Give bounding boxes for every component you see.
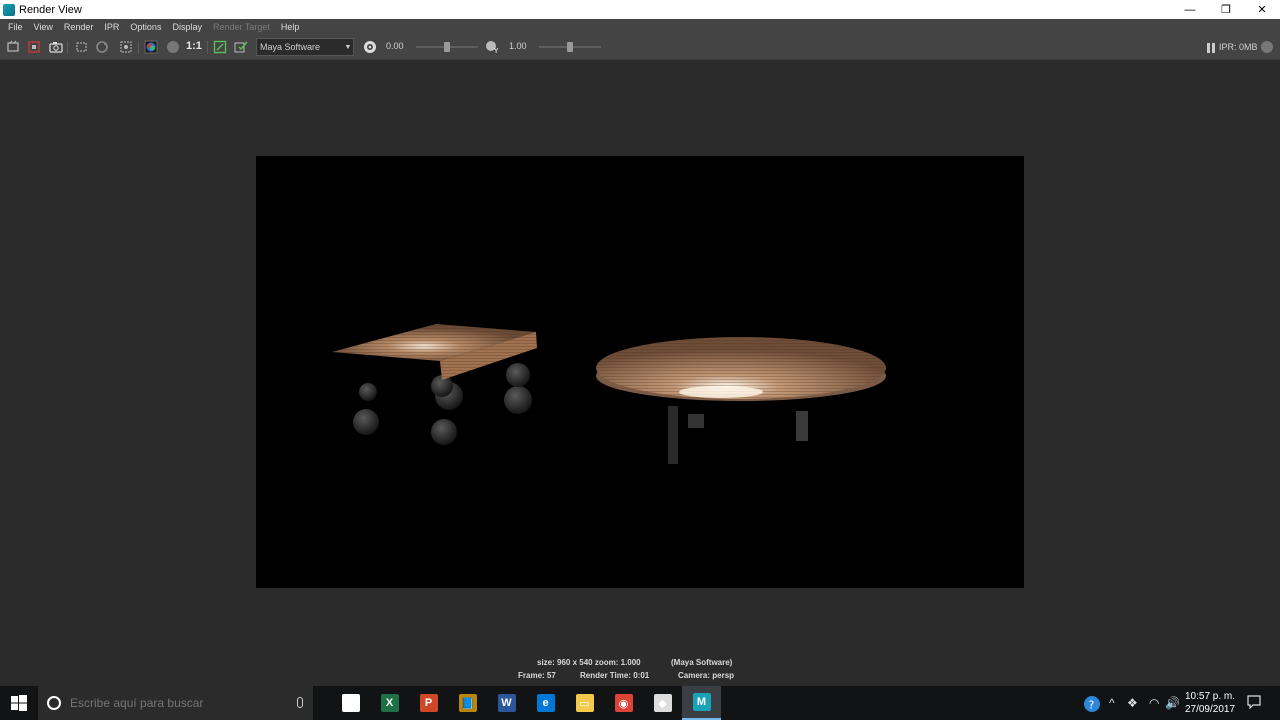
pause-icon[interactable] [1204, 41, 1218, 55]
rgb-channel-icon[interactable] [144, 40, 158, 54]
unity-app-icon: ◆ [653, 694, 672, 712]
clock-date: 27/09/2017 [1184, 704, 1236, 715]
menu-render-target: Render Target [212, 22, 270, 32]
menu-view[interactable]: View [34, 22, 53, 32]
exposure-slider-thumb[interactable] [444, 42, 450, 52]
cortana-icon [47, 696, 61, 710]
alpha-channel-icon[interactable] [166, 40, 180, 54]
status-camera: Camera: persp [678, 671, 735, 680]
unity-app[interactable]: ◆ [643, 686, 682, 720]
taskbar-search[interactable] [38, 686, 313, 720]
render-region-icon[interactable] [27, 40, 41, 54]
real-size-button[interactable]: 1:1 [186, 40, 202, 52]
rectangular-table [332, 324, 537, 445]
chevron-down-icon: ▼ [344, 43, 352, 51]
rendered-image [256, 156, 1024, 588]
svg-text:Y: Y [493, 47, 499, 54]
menu-help[interactable]: Help [281, 22, 300, 32]
ipr-memory-status: IPR: 0MB [1219, 42, 1258, 52]
status-size-zoom: size: 960 x 540 zoom: 1.000 [537, 658, 641, 667]
gamma-icon[interactable]: Y [485, 40, 499, 54]
svg-text:?: ? [1089, 699, 1095, 712]
rendered-scene [332, 324, 886, 464]
minimize-button[interactable]: — [1172, 0, 1208, 19]
gamma-slider-thumb[interactable] [567, 42, 573, 52]
menu-bar: File View Render IPR Options Display Ren… [0, 19, 1280, 35]
powerpoint-app[interactable]: P [409, 686, 448, 720]
clock[interactable]: 10:57 p. m. 27/09/2017 [1181, 690, 1239, 716]
word-app-icon: W [497, 694, 516, 712]
gamma-field[interactable]: 1.00 [509, 41, 527, 51]
restore-button[interactable]: ❐ [1208, 0, 1244, 19]
explorer-app[interactable]: ▭ [565, 686, 604, 720]
notifications-icon[interactable] [1247, 695, 1261, 712]
close-button[interactable]: ✕ [1244, 0, 1280, 19]
menu-display[interactable]: Display [172, 22, 202, 32]
redo-render-icon[interactable] [6, 40, 20, 54]
edge-app-icon: e [536, 694, 555, 712]
window-controls: — ❐ ✕ [1172, 0, 1280, 19]
powerpoint-app-icon: P [419, 694, 438, 712]
word-app[interactable]: W [487, 686, 526, 720]
start-button[interactable] [0, 686, 38, 720]
volume-icon[interactable]: 🔊 [1165, 696, 1180, 710]
keep-image-icon[interactable] [119, 40, 133, 54]
render-viewport[interactable]: size: 960 x 540 zoom: 1.000 (Maya Softwa… [0, 60, 1280, 686]
ipr-indicator-icon [1260, 40, 1274, 54]
menu-file[interactable]: File [8, 22, 23, 32]
files-app[interactable]: 📘 [448, 686, 487, 720]
window-title: Render View [19, 3, 82, 16]
exposure-slider[interactable] [416, 42, 478, 52]
exposure-icon[interactable] [363, 40, 377, 54]
maya-logo-icon [3, 3, 15, 16]
explorer-app-icon: ▭ [575, 694, 594, 712]
help-tray-icon[interactable]: ? [1083, 695, 1101, 716]
windows-logo-icon [11, 695, 27, 711]
refresh-icon[interactable] [95, 40, 109, 54]
chevron-up-icon[interactable]: ^ [1109, 696, 1115, 710]
search-input[interactable] [70, 696, 280, 710]
microphone-icon[interactable] [297, 697, 303, 708]
store-app[interactable]: 🛍 [331, 686, 370, 720]
status-render-time: Render Time: 0:01 [580, 671, 650, 680]
render-settings-icon[interactable] [234, 40, 248, 54]
store-app-icon: 🛍 [341, 694, 360, 712]
dropbox-icon[interactable]: ❖ [1127, 696, 1138, 710]
files-app-icon: 📘 [458, 694, 477, 712]
chrome-app[interactable]: ◉ [604, 686, 643, 720]
maya-app-icon: M [692, 693, 711, 711]
menu-render[interactable]: Render [64, 22, 94, 32]
excel-app-icon: X [380, 694, 399, 712]
menu-ipr[interactable]: IPR [104, 22, 119, 32]
clock-time: 10:57 p. m. [1184, 691, 1236, 702]
display-settings-icon[interactable] [213, 40, 227, 54]
render-sequence-icon[interactable] [74, 40, 88, 54]
excel-app[interactable]: X [370, 686, 409, 720]
edge-app[interactable]: e [526, 686, 565, 720]
maya-app[interactable]: M [682, 686, 721, 720]
menu-options[interactable]: Options [130, 22, 161, 32]
title-bar: Render View — ❐ ✕ [0, 0, 1280, 19]
round-table [596, 337, 886, 464]
exposure-field[interactable]: 0.00 [386, 41, 404, 51]
taskbar: 🛍 X P 📘 We ▭ ◉ ◆ M ? ^ ❖ ◠ 🔊 10:57 p. m. 27/09/2… [0, 686, 1280, 720]
renderer-dropdown[interactable]: Maya Software ▼ [256, 38, 354, 56]
chrome-app-icon: ◉ [614, 694, 633, 712]
toolbar: 1:1 [0, 35, 1280, 60]
renderer-dropdown-value: Maya Software [260, 42, 321, 52]
wifi-icon[interactable]: ◠ [1149, 696, 1159, 710]
status-renderer: (Maya Software) [671, 658, 733, 667]
gamma-slider[interactable] [539, 42, 601, 52]
status-frame: Frame: 57 [518, 671, 556, 680]
snapshot-icon[interactable] [49, 40, 63, 54]
